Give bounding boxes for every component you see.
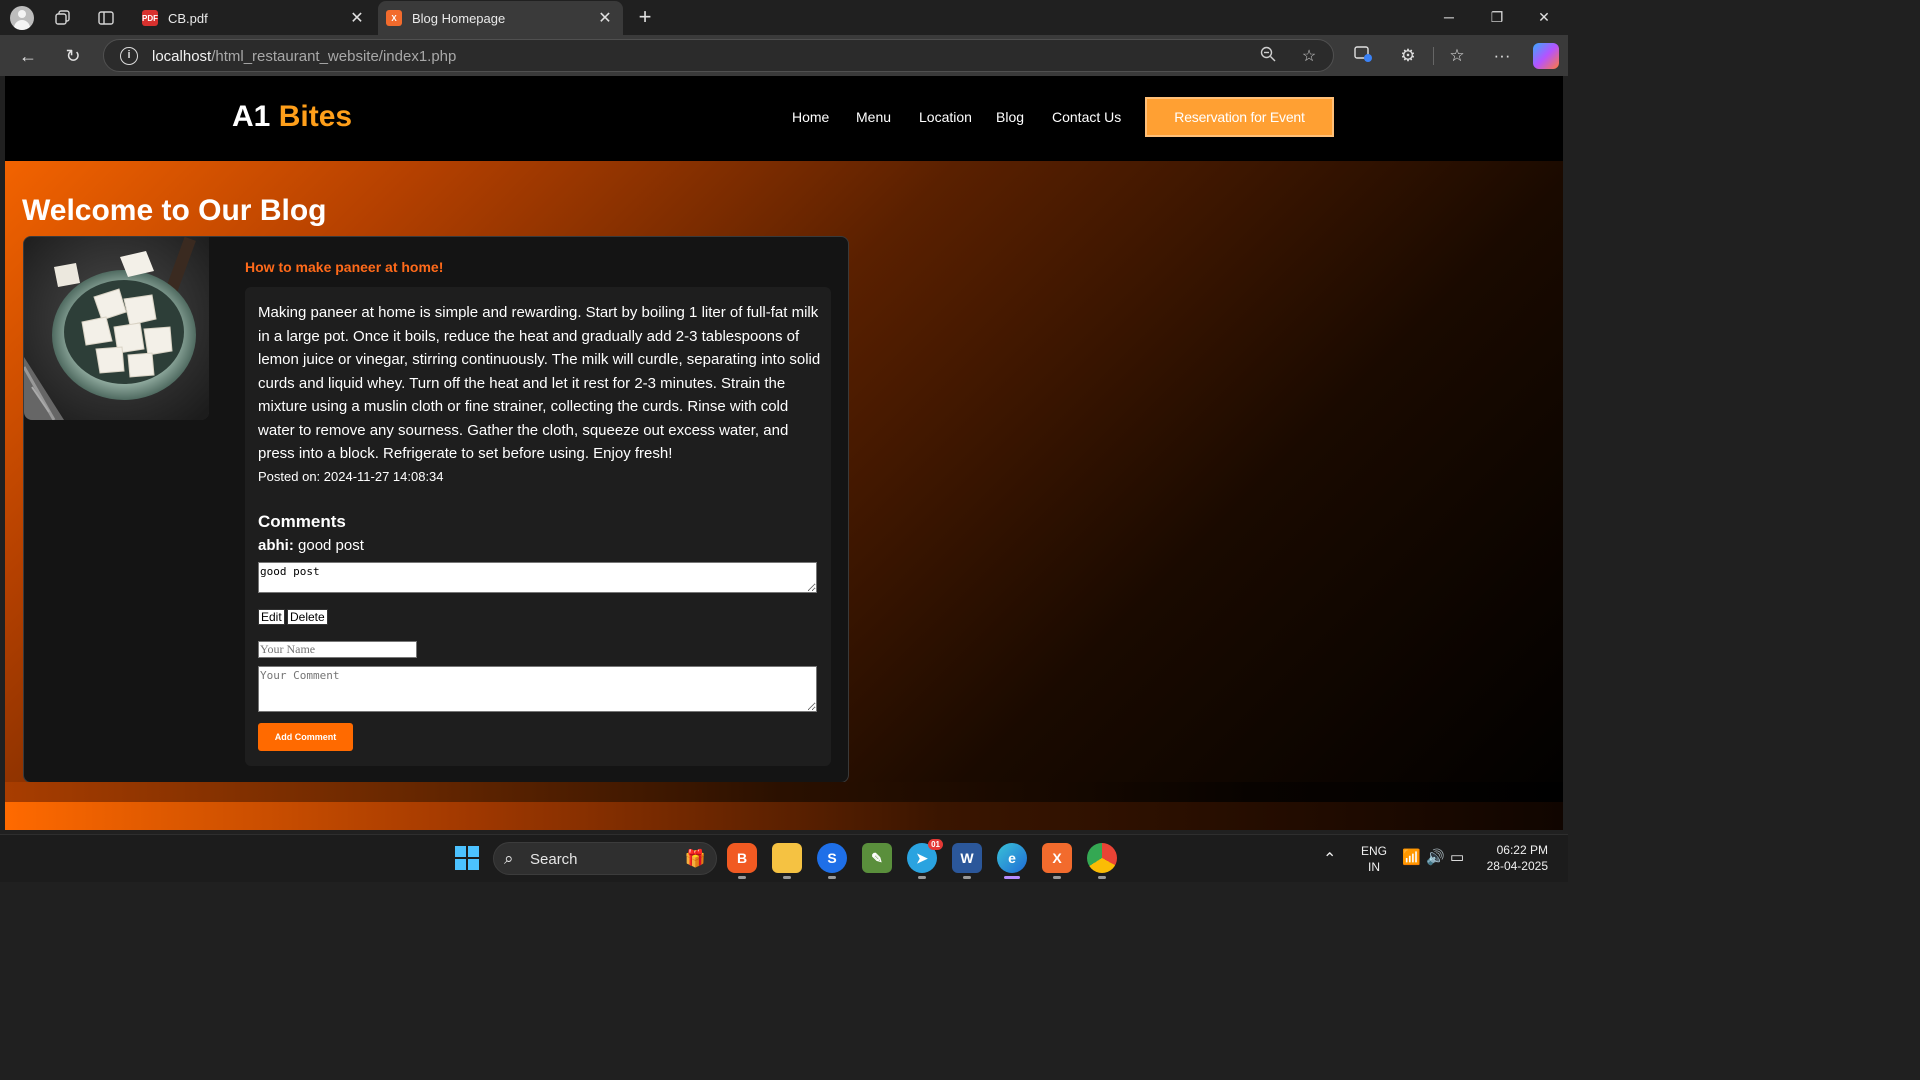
telegram-badge: 01: [928, 839, 943, 850]
favorites-icon[interactable]: ☆: [1444, 43, 1470, 69]
post-body: Making paneer at home is simple and rewa…: [258, 304, 821, 462]
xampp-icon[interactable]: X: [1042, 843, 1072, 879]
workspaces-icon[interactable]: [51, 6, 75, 30]
toolbar-divider: [1433, 47, 1434, 65]
url-host: localhost: [152, 48, 212, 65]
close-window-icon[interactable]: ✕: [1529, 6, 1559, 28]
file-explorer-icon[interactable]: [772, 843, 802, 879]
split-screen-icon[interactable]: [1350, 43, 1376, 69]
nav-blog[interactable]: Blog: [996, 109, 1024, 125]
notepad-app-icon[interactable]: ✎: [862, 843, 892, 873]
volume-icon[interactable]: 🔊: [1426, 848, 1445, 866]
address-bar[interactable]: i localhost/html_restaurant_website/inde…: [103, 39, 1334, 72]
windows-taskbar: ⌕ Search 🎁 B S ✎ ➤ 01 W e X ⌃ ENG IN 📶 🔊…: [0, 834, 1568, 882]
region-label: IN: [1368, 860, 1380, 874]
paneer-bowl-image: [24, 237, 209, 420]
logo-accent-text: Bites: [278, 100, 353, 133]
close-tab-icon[interactable]: ✕: [345, 8, 369, 28]
edge-browser-icon[interactable]: e: [997, 843, 1027, 879]
edit-comment-button[interactable]: Edit: [258, 609, 285, 625]
comment-author: abhi:: [258, 537, 294, 554]
nav-menu[interactable]: Menu: [856, 109, 891, 125]
nav-location[interactable]: Location: [919, 109, 972, 125]
nav-contact-us[interactable]: Contact Us: [1052, 109, 1121, 125]
chrome-icon[interactable]: [1087, 843, 1117, 879]
browser-tab-bar: PDF CB.pdf ✕ X Blog Homepage ✕ + ─ ❐ ✕: [0, 0, 1568, 35]
site-header: A1 Bites Home Menu Location Blog Contact…: [5, 76, 1563, 161]
site-info-icon[interactable]: i: [120, 47, 138, 65]
blog-post-card: How to make paneer at home! Making panee…: [23, 236, 849, 783]
copilot-icon[interactable]: [1533, 43, 1559, 69]
url-text[interactable]: localhost/html_restaurant_website/index1…: [152, 48, 456, 65]
reload-icon[interactable]: ↻: [60, 43, 86, 69]
profile-avatar-icon[interactable]: [10, 6, 34, 30]
delete-comment-button[interactable]: Delete: [287, 609, 328, 625]
post-content-panel: Making paneer at home is simple and rewa…: [245, 287, 831, 766]
favorite-star-icon[interactable]: ☆: [1298, 46, 1320, 68]
zoom-icon[interactable]: [1257, 46, 1279, 68]
tab-blog-homepage[interactable]: X Blog Homepage ✕: [378, 1, 623, 35]
minimize-icon[interactable]: ─: [1434, 6, 1464, 28]
edit-comment-textarea[interactable]: good post: [258, 562, 817, 593]
telegram-icon[interactable]: ➤ 01: [907, 839, 943, 879]
search-icon: ⌕: [504, 849, 514, 868]
search-label: Search: [530, 851, 578, 868]
logo-main-text: A1: [232, 100, 271, 133]
battery-icon[interactable]: ▭: [1450, 848, 1464, 866]
comments-heading: Comments: [258, 512, 346, 531]
restore-icon[interactable]: ❐: [1482, 6, 1512, 28]
post-title[interactable]: How to make paneer at home!: [245, 259, 443, 275]
brave-browser-icon[interactable]: B: [727, 843, 757, 879]
comment-item: abhi: good post: [258, 537, 364, 554]
page-bottom-strip: [5, 782, 1563, 802]
language-indicator[interactable]: ENG IN: [1361, 844, 1387, 874]
site-logo[interactable]: A1 Bites: [232, 100, 352, 134]
tab-title: Blog Homepage: [412, 10, 506, 26]
clock-time: 06:22 PM: [1496, 843, 1548, 857]
nav-home[interactable]: Home: [792, 109, 829, 125]
tab-cb-pdf[interactable]: PDF CB.pdf ✕: [134, 1, 375, 35]
your-comment-textarea[interactable]: [258, 666, 817, 712]
page-title: Welcome to Our Blog: [22, 194, 327, 227]
comment-text: good post: [298, 537, 364, 554]
tab-title: CB.pdf: [168, 10, 208, 26]
search-highlight-icon: 🎁: [684, 849, 706, 868]
show-hidden-icons-chevron-icon[interactable]: ⌃: [1323, 849, 1336, 869]
site-footer: [5, 802, 1563, 830]
add-comment-button[interactable]: Add Comment: [258, 723, 353, 751]
new-tab-icon[interactable]: +: [632, 4, 658, 30]
url-path: /html_restaurant_website/index1.php: [211, 48, 457, 65]
address-toolbar: ← ↻ i localhost/html_restaurant_website/…: [0, 35, 1568, 76]
wifi-icon[interactable]: 📶: [1402, 848, 1421, 866]
back-arrow-icon[interactable]: ←: [15, 43, 41, 69]
language-label: ENG: [1361, 844, 1388, 858]
windows-start-icon[interactable]: [452, 843, 482, 873]
close-tab-icon[interactable]: ✕: [593, 8, 617, 28]
vertical-tabs-icon[interactable]: [94, 6, 118, 30]
page-viewport: A1 Bites Home Menu Location Blog Contact…: [5, 76, 1563, 830]
xampp-icon: X: [386, 10, 402, 26]
pdf-icon: PDF: [142, 10, 158, 26]
more-menu-icon[interactable]: ···: [1489, 43, 1515, 69]
clock[interactable]: 06:22 PM 28-04-2025: [1484, 843, 1548, 873]
your-name-input[interactable]: [258, 641, 417, 658]
extensions-puzzle-icon[interactable]: ⚙: [1395, 43, 1421, 69]
clock-date: 28-04-2025: [1486, 859, 1548, 873]
reservation-button[interactable]: Reservation for Event: [1145, 97, 1334, 137]
taskbar-search[interactable]: ⌕ Search 🎁: [493, 842, 717, 875]
skype-icon[interactable]: S: [817, 843, 847, 879]
word-icon[interactable]: W: [952, 843, 982, 879]
post-date: Posted on: 2024-11-27 14:08:34: [258, 469, 444, 484]
